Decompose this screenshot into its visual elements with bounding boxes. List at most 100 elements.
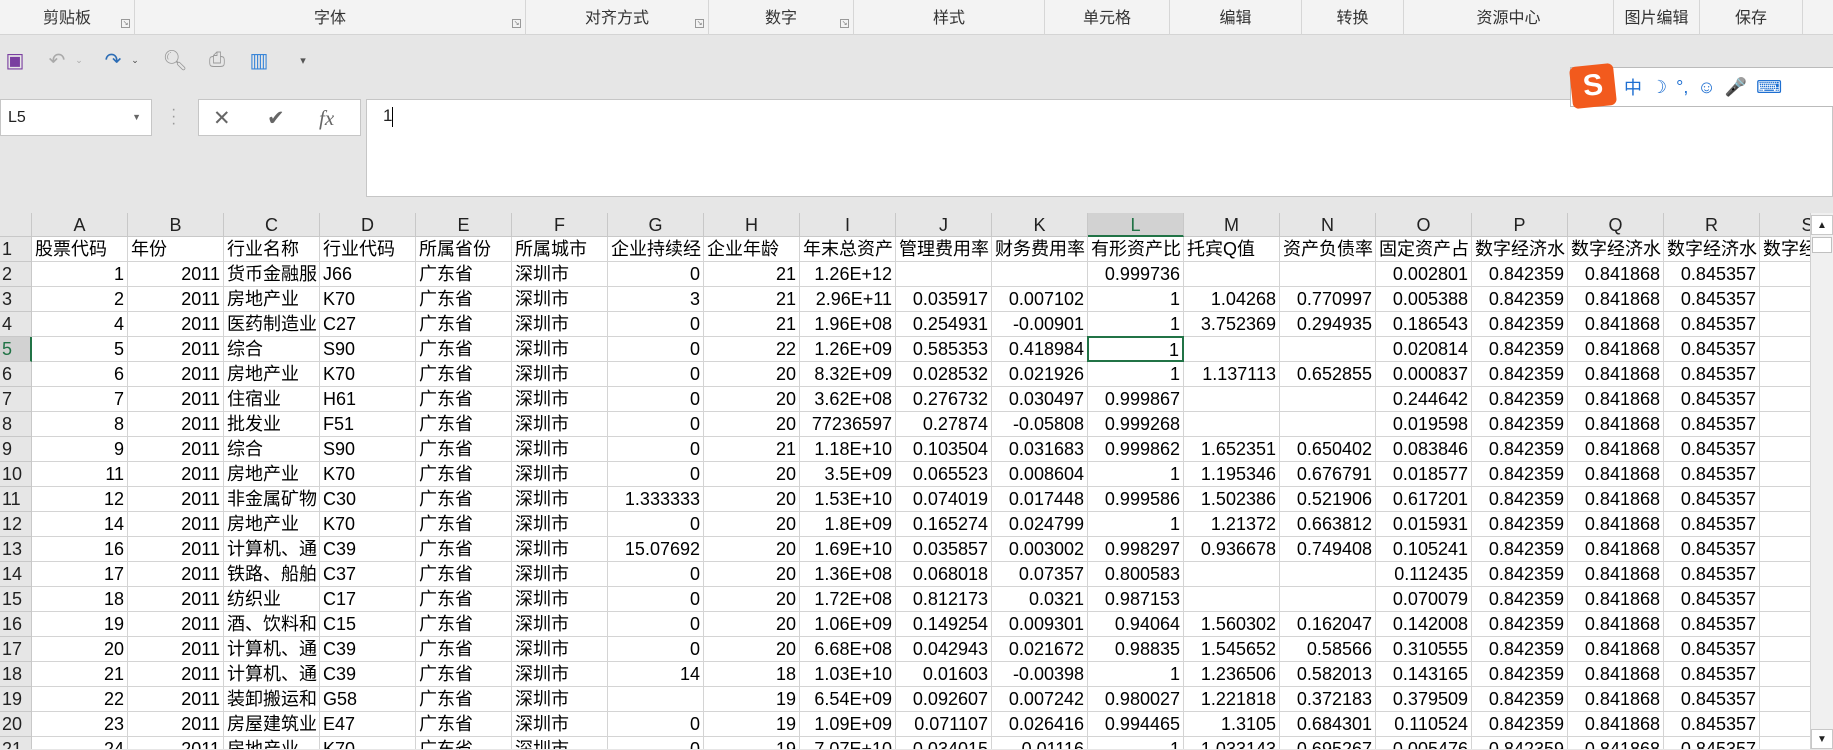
table-cell[interactable]: 计算机、通 (224, 537, 320, 562)
column-header-J[interactable]: J (896, 213, 992, 237)
table-cell[interactable]: 0.008604 (992, 462, 1088, 487)
table-cell[interactable]: 广东省 (416, 637, 512, 662)
table-cell[interactable]: 医药制造业 (224, 312, 320, 337)
table-cell[interactable]: 0 (608, 462, 704, 487)
table-cell[interactable]: 广东省 (416, 412, 512, 437)
row-header[interactable]: 20 (0, 712, 32, 737)
table-cell[interactable]: 22 (704, 337, 800, 362)
table-cell[interactable]: 0.841868 (1568, 637, 1664, 662)
table-cell[interactable]: 0.042943 (896, 637, 992, 662)
table-cell[interactable]: 0.842359 (1472, 662, 1568, 687)
table-cell[interactable]: 0 (608, 312, 704, 337)
table-cell[interactable]: 0.034015 (896, 737, 992, 749)
table-cell[interactable]: 广东省 (416, 437, 512, 462)
column-header-K[interactable]: K (992, 213, 1088, 237)
table-cell[interactable]: 0.379509 (1376, 687, 1472, 712)
table-cell[interactable]: 0.842359 (1472, 687, 1568, 712)
table-cell[interactable]: 1.96E+08 (800, 312, 896, 337)
table-cell[interactable]: 0 (608, 512, 704, 537)
table-cell[interactable]: 1.21372 (1184, 512, 1280, 537)
table-cell[interactable]: 1.033143 (1184, 737, 1280, 749)
table-cell[interactable]: 0.021672 (992, 637, 1088, 662)
column-header-P[interactable]: P (1472, 213, 1568, 237)
table-cell[interactable]: 1.236506 (1184, 662, 1280, 687)
table-cell[interactable]: 1.06E+09 (800, 612, 896, 637)
table-cell[interactable]: 1.3105 (1184, 712, 1280, 737)
table-cell[interactable]: 0.845357 (1664, 312, 1760, 337)
table-cell[interactable]: 2011 (128, 312, 224, 337)
row-header[interactable]: 13 (0, 537, 32, 562)
table-cell[interactable]: 房地产业 (224, 462, 320, 487)
table-cell[interactable]: 酒、饮料和 (224, 612, 320, 637)
table-cell[interactable]: 房屋建筑业 (224, 712, 320, 737)
table-cell[interactable] (1184, 337, 1280, 362)
table-cell[interactable]: 广东省 (416, 562, 512, 587)
table-cell[interactable]: 0.070079 (1376, 587, 1472, 612)
table-cell[interactable]: 0.841868 (1568, 337, 1664, 362)
table-cell[interactable]: 6 (32, 362, 128, 387)
table-cell[interactable]: 广东省 (416, 487, 512, 512)
header-cell[interactable]: 年份 (128, 237, 224, 262)
table-cell[interactable]: 2011 (128, 412, 224, 437)
header-cell[interactable]: 有形资产比 (1088, 237, 1184, 262)
table-cell[interactable]: 18 (32, 587, 128, 612)
table-cell[interactable]: 0.035857 (896, 537, 992, 562)
table-cell[interactable] (1280, 262, 1376, 287)
table-cell[interactable]: 20 (704, 562, 800, 587)
row-header[interactable]: 12 (0, 512, 32, 537)
table-cell[interactable]: K70 (320, 362, 416, 387)
table-cell[interactable]: 0.812173 (896, 587, 992, 612)
vertical-scrollbar[interactable]: ▲ ▼ (1810, 213, 1833, 749)
table-cell[interactable]: 0.842359 (1472, 262, 1568, 287)
table-cell[interactable]: 0.294935 (1280, 312, 1376, 337)
table-cell[interactable]: 深圳市 (512, 337, 608, 362)
table-cell[interactable]: 0.845357 (1664, 412, 1760, 437)
row-header[interactable]: 8 (0, 412, 32, 437)
table-cell[interactable]: 深圳市 (512, 487, 608, 512)
header-cell[interactable]: 数字经济水 (1568, 237, 1664, 262)
table-cell[interactable]: 3.752369 (1184, 312, 1280, 337)
keyboard-icon[interactable]: ⌨ (1756, 77, 1782, 98)
table-cell[interactable]: 0.841868 (1568, 737, 1664, 749)
table-cell[interactable]: 0.842359 (1472, 462, 1568, 487)
table-cell[interactable]: 房地产业 (224, 737, 320, 749)
table-cell[interactable]: 0.186543 (1376, 312, 1472, 337)
table-cell[interactable]: 1.04268 (1184, 287, 1280, 312)
header-cell[interactable]: 行业名称 (224, 237, 320, 262)
table-cell[interactable]: 12 (32, 487, 128, 512)
table-cell[interactable]: 0 (608, 587, 704, 612)
table-cell[interactable]: 0.585353 (896, 337, 992, 362)
table-cell[interactable]: 19 (32, 612, 128, 637)
table-cell[interactable]: 2011 (128, 362, 224, 387)
column-header-S[interactable]: S (1760, 213, 1810, 237)
table-cell[interactable]: 0.842359 (1472, 312, 1568, 337)
table-cell[interactable]: 0.87 (1760, 362, 1810, 387)
table-cell[interactable]: 0.103504 (896, 437, 992, 462)
table-cell[interactable]: 1 (1088, 512, 1184, 537)
table-cell[interactable]: 0.842359 (1472, 562, 1568, 587)
row-header[interactable]: 7 (0, 387, 32, 412)
table-cell[interactable] (1280, 562, 1376, 587)
table-cell[interactable]: 0.841868 (1568, 462, 1664, 487)
table-cell[interactable]: 1.545652 (1184, 637, 1280, 662)
table-cell[interactable]: 1 (1088, 362, 1184, 387)
table-cell[interactable]: 0.244642 (1376, 387, 1472, 412)
table-cell[interactable]: 0.017448 (992, 487, 1088, 512)
table-cell[interactable]: 2011 (128, 562, 224, 587)
table-cell[interactable]: -0.00901 (992, 312, 1088, 337)
table-cell[interactable]: 1 (1088, 462, 1184, 487)
table-cell[interactable]: 0.0321 (992, 587, 1088, 612)
table-cell[interactable] (1184, 562, 1280, 587)
table-cell[interactable]: 20 (704, 512, 800, 537)
table-cell[interactable]: 0.841868 (1568, 712, 1664, 737)
table-cell[interactable]: 3 (608, 287, 704, 312)
table-cell[interactable]: 0.87 (1760, 712, 1810, 737)
table-cell[interactable]: 0.663812 (1280, 512, 1376, 537)
column-header-F[interactable]: F (512, 213, 608, 237)
table-cell[interactable]: 0.842359 (1472, 537, 1568, 562)
table-cell[interactable]: 2.96E+11 (800, 287, 896, 312)
column-header-O[interactable]: O (1376, 213, 1472, 237)
header-cell[interactable]: 资产负债率 (1280, 237, 1376, 262)
table-cell[interactable]: 0.87 (1760, 412, 1810, 437)
table-cell[interactable]: 0.01603 (896, 662, 992, 687)
